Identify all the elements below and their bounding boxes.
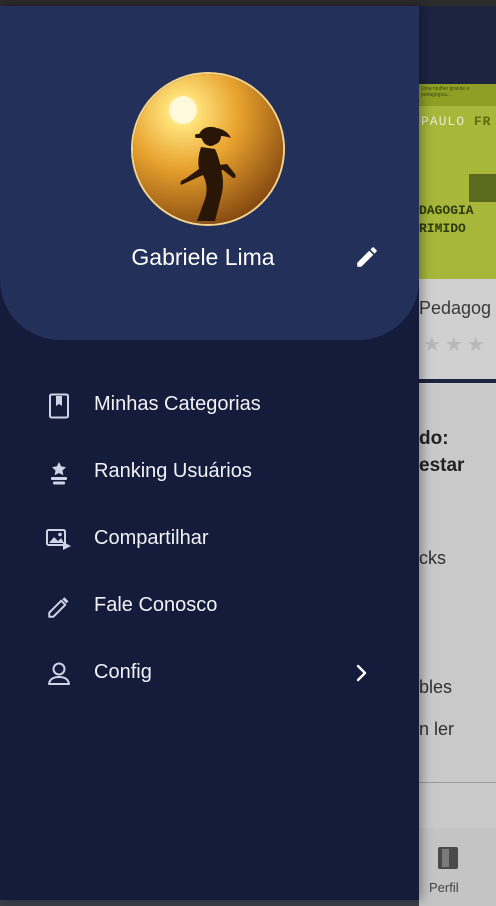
book-rating-stars: ★★★ <box>423 334 489 356</box>
cover-author-part2: FR <box>473 114 492 129</box>
cover-small-text: Uma mulher grande e pedagógica... <box>421 86 470 98</box>
menu-item-config[interactable]: Config <box>0 647 419 701</box>
menu-item-ranking-usuarios[interactable]: Ranking Usuários <box>0 446 419 500</box>
avatar[interactable] <box>131 72 285 226</box>
user-settings-icon <box>44 659 74 689</box>
cover-title: DAGOGIA RIMIDO <box>419 202 474 238</box>
ranking-icon <box>44 458 74 488</box>
bg-text-line: cks <box>419 548 446 568</box>
menu-item-label: Fale Conosco <box>94 594 218 616</box>
book-title: Pedagog <box>419 298 492 318</box>
menu-item-compartilhar[interactable]: Compartilhar <box>0 513 419 567</box>
cover-title-line1: DAGOGIA <box>419 203 474 218</box>
menu-item-label: Ranking Usuários <box>94 460 252 482</box>
bg-text-line: bles <box>419 677 453 697</box>
profile-name: Gabriele Lima <box>131 244 275 270</box>
navigation-drawer: Gabriele Lima Minhas Categorias Ranking … <box>0 6 419 900</box>
bg-text-line: do: <box>419 428 449 449</box>
edit-profile-button[interactable] <box>350 244 384 274</box>
divider-line <box>419 782 496 783</box>
cover-author: PAULO FR <box>421 114 491 129</box>
drawer-header: Gabriele Lima <box>0 6 419 340</box>
bg-text-line: estar <box>419 455 465 476</box>
cover-title-line2: RIMIDO <box>419 221 466 236</box>
menu-item-minhas-categorias[interactable]: Minhas Categorias <box>0 379 419 433</box>
book-icon <box>437 846 459 870</box>
pencil-icon <box>354 244 380 275</box>
cover-header-band: Uma mulher grande e pedagógica... <box>419 84 496 106</box>
book-icon <box>44 391 74 421</box>
bottom-nav-perfil[interactable]: Perfil <box>419 828 496 906</box>
chevron-right-icon <box>352 661 372 685</box>
pencil-icon <box>44 592 74 622</box>
menu-item-label: Minhas Categorias <box>94 393 261 415</box>
menu-item-label: Config <box>94 661 152 683</box>
menu-item-label: Compartilhar <box>94 527 209 549</box>
cover-illustration <box>469 174 496 202</box>
share-image-icon <box>44 525 74 555</box>
book-card[interactable]: Uma mulher grande e pedagógica... PAULO … <box>419 84 496 384</box>
cover-author-part1: PAULO <box>421 114 474 129</box>
section-divider <box>419 379 496 383</box>
bottom-nav-label: Perfil <box>429 880 459 895</box>
book-cover: Uma mulher grande e pedagógica... PAULO … <box>419 84 496 279</box>
bg-text-line: n ler <box>419 719 455 739</box>
menu-item-fale-conosco[interactable]: Fale Conosco <box>0 580 419 634</box>
